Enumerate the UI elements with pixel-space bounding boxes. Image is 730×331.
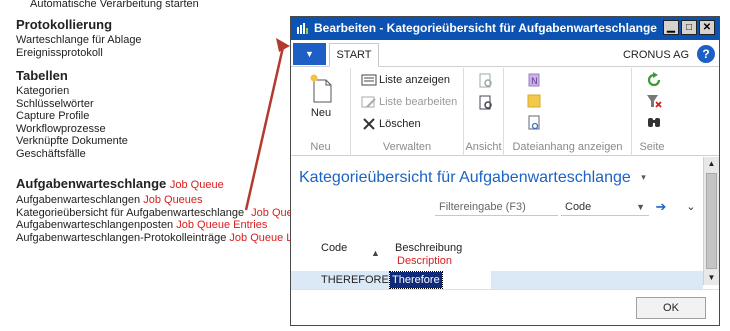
view-icon[interactable]: [478, 73, 494, 89]
ok-button[interactable]: OK: [636, 297, 706, 319]
minimize-icon: ▁: [667, 22, 675, 33]
nav-heading-tabellen: Tabellen: [16, 68, 68, 83]
new-button-label: Neu: [310, 107, 332, 119]
app-menu-button[interactable]: ▼: [293, 43, 326, 65]
tab-start[interactable]: START: [329, 43, 379, 67]
company-name: CRONUS AG: [622, 49, 689, 61]
minimize-button[interactable]: ▁: [663, 20, 679, 35]
maximize-button[interactable]: □: [681, 20, 697, 35]
nav-item-label: Aufgabenwarteschlangenposten: [16, 219, 174, 231]
window-title: Bearbeiten - Kategorieübersicht für Aufg…: [314, 21, 657, 35]
nav-item-label: Kategorieübersicht für Aufgabenwarteschl…: [16, 206, 245, 219]
scroll-up-icon[interactable]: ▲: [704, 157, 719, 171]
onenote-icon[interactable]: N: [526, 72, 542, 88]
apply-filter-arrow-icon[interactable]: ➔: [653, 198, 669, 216]
nav-item-capture-profile[interactable]: Capture Profile: [16, 110, 128, 123]
edit-window: Bearbeiten - Kategorieübersicht für Aufg…: [290, 16, 720, 326]
nav-item-workflowprozesse[interactable]: Workflowprozesse: [16, 123, 128, 136]
nav-item-label: Aufgabenwarteschlangen: [16, 194, 141, 206]
nav-heading-protokollierung: Protokollierung: [16, 17, 113, 32]
dropdown-arrow-icon: ▼: [636, 202, 645, 212]
ribbon-group-dateianhang: N Dateianhang anzeigen: [504, 68, 632, 156]
ribbon-group-verwalten: Liste anzeigen Liste bearbeiten Löschen …: [351, 68, 464, 156]
filter-input[interactable]: Filtereingabe (F3): [435, 198, 558, 216]
help-icon[interactable]: ?: [697, 45, 715, 63]
scroll-down-icon[interactable]: ▼: [704, 271, 719, 285]
nav-item-schluesselwoerter[interactable]: Schlüsselwörter: [16, 98, 128, 111]
nav-item-warteschlange-ablage[interactable]: Warteschlange für Ablage: [16, 34, 142, 47]
nav-item-verknuepfte-dokumente[interactable]: Verknüpfte Dokumente: [16, 135, 128, 148]
find-icon[interactable]: [646, 115, 662, 131]
ribbon-group-neu: Neu Neu: [291, 68, 351, 156]
close-button[interactable]: ✕: [699, 20, 715, 35]
nav-item-ereignissprotokoll[interactable]: Ereignissprotokoll: [16, 47, 142, 60]
window-titlebar[interactable]: Bearbeiten - Kategorieübersicht für Aufg…: [291, 17, 719, 40]
note-icon[interactable]: [526, 93, 542, 109]
close-icon: ✕: [702, 22, 712, 33]
nav-item-label: Aufgabenwarteschlangen-Protokolleinträge: [16, 231, 227, 244]
refresh-icon[interactable]: [646, 72, 662, 88]
new-document-icon: [310, 74, 332, 103]
clear-filter-icon[interactable]: [646, 93, 662, 109]
nav-heading-label: Aufgabenwarteschlange: [16, 176, 167, 191]
nav-section-tabellen: Tabellen Kategorien Schlüsselwörter Capt…: [16, 68, 128, 160]
edit-list-button[interactable]: Liste bearbeiten: [361, 94, 457, 110]
ribbon-tab-row: ▼ START CRONUS AG ?: [291, 40, 719, 67]
content-area: Kategorieübersicht für Aufgabenwarteschl…: [291, 157, 719, 325]
annotation-description: Description: [397, 255, 453, 267]
column-header-label: Beschreibung: [395, 242, 463, 254]
link-icon[interactable]: [526, 115, 542, 131]
nav-item-kategorien[interactable]: Kategorien: [16, 85, 128, 98]
delete-icon: [363, 118, 375, 130]
list-icon: [361, 74, 377, 86]
table-cell-beschreibung[interactable]: Therefore: [389, 271, 443, 289]
group-caption-neu: Neu: [310, 141, 331, 153]
ribbon-group-seite: Seite: [632, 68, 672, 156]
edit-list-icon: [361, 96, 376, 108]
nav-item-geschaeftsfaelle[interactable]: Geschäftsfälle: [16, 148, 128, 161]
footer-divider: [291, 289, 719, 290]
chevron-down-icon: ▼: [305, 49, 314, 59]
sort-ascending-icon: ▲: [371, 248, 380, 258]
ribbon-group-ansicht: Ansicht: [464, 68, 504, 156]
group-caption-seite: Seite: [639, 141, 665, 153]
scrollbar-thumb[interactable]: [706, 173, 717, 269]
page-title-label: Kategorieübersicht für Aufgabenwarteschl…: [299, 169, 631, 186]
window-app-icon: [297, 23, 308, 34]
ribbon: Neu Neu Liste anzeigen Liste bearbeiten: [291, 68, 719, 156]
delete-label: Löschen: [379, 118, 421, 130]
show-list-label: Liste anzeigen: [379, 74, 450, 86]
group-caption-verwalten: Verwalten: [382, 141, 432, 153]
svg-text:N: N: [531, 77, 538, 87]
group-caption-dateianhang: Dateianhang anzeigen: [512, 141, 623, 153]
column-header-beschreibung[interactable]: Beschreibung Description: [395, 242, 462, 268]
edit-list-label: Liste bearbeiten: [379, 96, 458, 108]
vertical-scrollbar[interactable]: ▲ ▼: [703, 157, 719, 285]
delete-button[interactable]: Löschen: [361, 116, 421, 132]
annotation-job-queue: Job Queue: [169, 179, 224, 191]
zoom-icon[interactable]: [478, 95, 494, 111]
chevron-down-icon: ▾: [641, 172, 646, 183]
table-cell-code[interactable]: THEREFORE: [321, 274, 389, 286]
column-header-code[interactable]: Code: [321, 242, 347, 255]
annotation-job-queues: Job Queues: [143, 194, 203, 206]
nav-item-automatische-verarbeitung[interactable]: Automatische Verarbeitung starten: [30, 0, 199, 11]
navigation-pane: Automatische Verarbeitung starten Protok…: [0, 0, 373, 331]
maximize-icon: □: [685, 22, 693, 33]
filter-field-select[interactable]: Code ▼: [561, 198, 649, 216]
expand-filter-icon[interactable]: ⌄: [684, 198, 698, 216]
new-button[interactable]: Neu: [301, 72, 341, 119]
annotation-job-queue-entries: Job Queue Entries: [176, 219, 268, 231]
group-caption-ansicht: Ansicht: [465, 141, 502, 153]
page-title[interactable]: Kategorieübersicht für Aufgabenwarteschl…: [299, 169, 646, 187]
show-list-button[interactable]: Liste anzeigen: [361, 72, 450, 88]
nav-section-protokollierung: Protokollierung Warteschlange für Ablage…: [16, 17, 142, 59]
filter-field-value: Code: [565, 201, 592, 213]
